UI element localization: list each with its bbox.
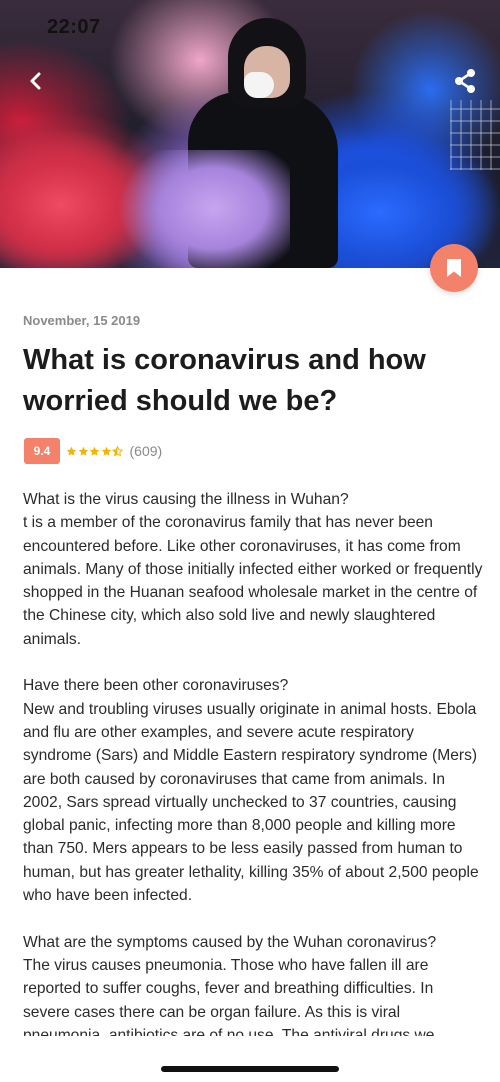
home-indicator[interactable] [161,1066,339,1072]
article-title: What is coronavirus and how worried shou… [23,344,426,417]
face-mask [244,72,274,98]
star-half-icon [112,445,123,457]
paragraph-text: New and troubling viruses usually origin… [23,700,479,905]
score-badge: 9.4 [24,438,60,464]
background-window [450,100,500,170]
star-icon [78,446,88,456]
rating-row: 9.4 (609) [24,438,162,464]
chevron-left-icon [30,72,41,90]
paragraph-heading: What is the virus causing the illness in… [23,491,349,508]
star-icon [66,446,77,456]
paragraph-heading: What are the symptoms caused by the Wuha… [23,933,437,951]
paragraph-heading: Have there been other coronaviruses? [23,677,289,695]
star-rating [66,445,124,457]
article-date: November, 15 2019 [23,313,141,328]
paragraph-text: t is a member of the coronavirus family … [23,514,483,648]
share-button[interactable] [450,66,480,96]
article-paragraph: Have there been other coronaviruses? New… [23,674,483,907]
status-bar-time: 22:07 [47,16,101,38]
share-icon [455,69,475,93]
article-body: What is the virus causing the illness in… [23,488,483,1047]
paragraph-text: The virus causes pneumonia. Those who ha… [23,956,434,1044]
review-count: (609) [129,443,163,459]
star-icon [101,446,111,456]
purple-smoke [120,150,290,268]
back-button[interactable] [22,66,50,96]
hero-image [0,0,500,268]
article-paragraph: What is the virus causing the illness in… [23,488,483,651]
bookmark-button[interactable] [430,244,478,292]
star-icon [89,446,100,456]
bottom-safe-area [0,1036,500,1082]
bookmark-icon [447,259,461,277]
article-paragraph: What are the symptoms caused by the Wuha… [23,931,483,1047]
